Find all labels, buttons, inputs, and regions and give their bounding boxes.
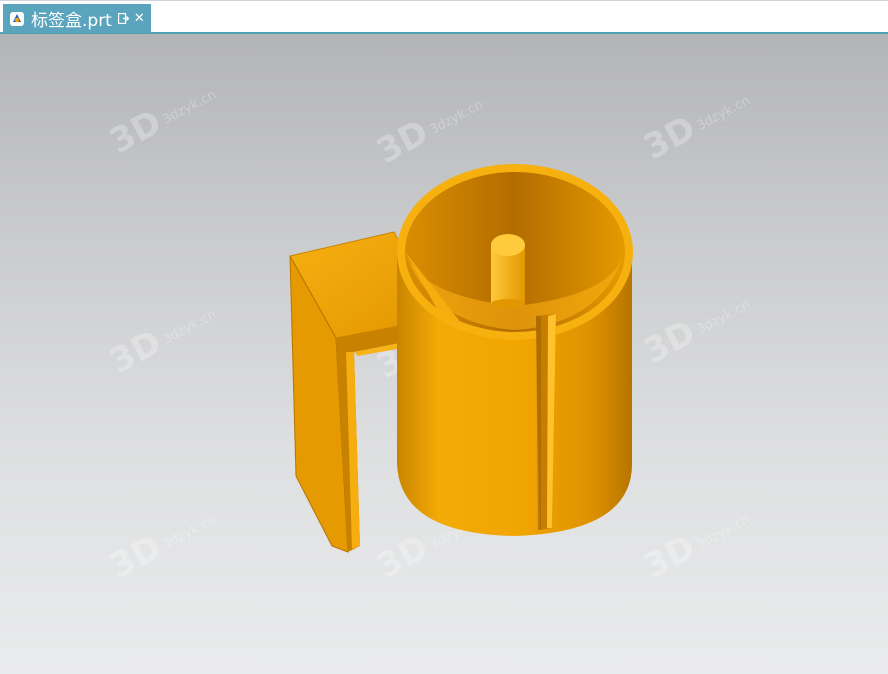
close-icon[interactable]: ✕ bbox=[134, 12, 145, 25]
watermark-mark: 3D bbox=[370, 527, 435, 587]
watermark-site: 3dzyk.cn bbox=[160, 87, 218, 128]
tab-title: 标签盒.prt bbox=[31, 11, 112, 31]
watermark-site: 3dzyk.cn bbox=[160, 512, 218, 553]
watermark-site: 3dzyk.cn bbox=[694, 93, 752, 134]
nx-part-icon bbox=[10, 11, 24, 26]
tab-file[interactable]: 标签盒.prt ✕ bbox=[3, 4, 151, 33]
watermark-site: 3dzyk.cn bbox=[160, 307, 218, 348]
watermark-mark: 3D bbox=[637, 108, 702, 168]
watermark-site: 3dzyk.cn bbox=[427, 97, 485, 138]
watermark-site: 3dzyk.cn bbox=[694, 512, 752, 553]
center-pin-top bbox=[491, 234, 525, 256]
watermark-mark: 3D bbox=[637, 527, 702, 587]
watermark-mark: 3D bbox=[103, 102, 168, 162]
watermark-mark: 3D bbox=[103, 527, 168, 587]
watermark-mark: 3D bbox=[103, 322, 168, 382]
undock-icon[interactable] bbox=[117, 13, 129, 24]
watermark-mark: 3D bbox=[370, 112, 435, 172]
graphics-window[interactable]: 3D 3dzyk.cn 3D 3dzyk.cn 3D 3dzyk.cn 3D 3… bbox=[0, 34, 888, 674]
label-box-model[interactable] bbox=[289, 164, 633, 553]
model-canvas: 3D 3dzyk.cn 3D 3dzyk.cn 3D 3dzyk.cn 3D 3… bbox=[103, 87, 752, 587]
watermark-site: 3dzyk.cn bbox=[694, 297, 752, 338]
watermark-mark: 3D bbox=[637, 312, 702, 372]
tab-bar: 标签盒.prt ✕ bbox=[0, 0, 888, 34]
